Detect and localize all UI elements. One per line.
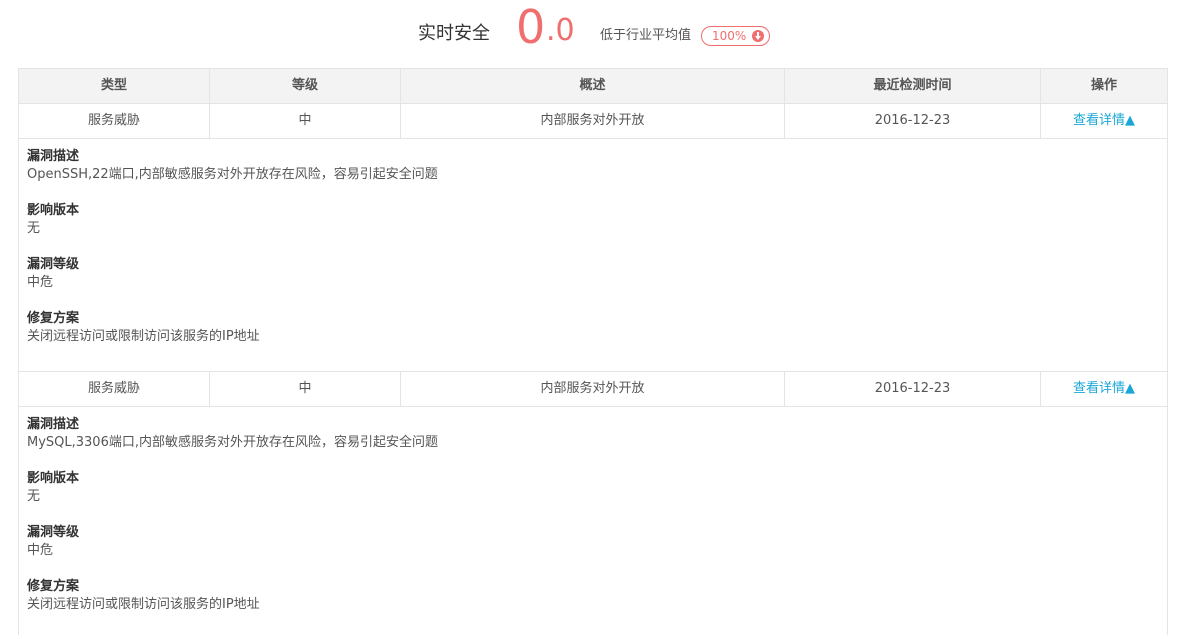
cell-level: 中 (210, 372, 401, 406)
header-type: 类型 (19, 69, 210, 103)
vulnerability-table: 类型 等级 概述 最近检测时间 操作 服务威胁 中 内部服务对外开放 2016-… (18, 68, 1168, 635)
detail-field-title: 影响版本 (27, 471, 80, 486)
detail-field-value: OpenSSH,22端口,内部敏感服务对外开放存在风险，容易引起安全问题 (27, 167, 438, 182)
detail-field: 修复方案 关闭远程访问或限制访问该服务的IP地址 (27, 578, 1167, 614)
detail-field-value: 关闭远程访问或限制访问该服务的IP地址 (27, 597, 260, 612)
detail-field-value: MySQL,3306端口,内部敏感服务对外开放存在风险，容易引起安全问题 (27, 435, 438, 450)
cell-type: 服务威胁 (19, 372, 210, 406)
view-details-link[interactable]: 查看详情▲ (1073, 381, 1135, 396)
detail-field-title: 漏洞描述 (27, 417, 80, 432)
header-level: 等级 (210, 69, 401, 103)
header-action: 操作 (1090, 78, 1117, 93)
compare-badge: 100% (701, 26, 770, 46)
cell-level: 中 (210, 104, 401, 138)
detail-field-title: 漏洞等级 (27, 525, 80, 540)
detail-field: 漏洞等级 中危 (27, 256, 1167, 292)
row-detail-panel: 漏洞描述 MySQL,3306端口,内部敏感服务对外开放存在风险，容易引起安全问… (19, 406, 1167, 639)
cell-action: 查看详情▲ (1041, 104, 1167, 138)
table-row: 服务威胁 中 内部服务对外开放 2016-12-23 查看详情▲ (19, 103, 1167, 138)
score-label: 实时安全 (418, 23, 490, 44)
cell-type: 服务威胁 (19, 104, 210, 138)
cell-action: 查看详情▲ (1041, 372, 1167, 406)
detail-field: 漏洞描述 OpenSSH,22端口,内部敏感服务对外开放存在风险，容易引起安全问… (27, 148, 1167, 184)
table-row: 服务威胁 中 内部服务对外开放 2016-12-23 查看详情▲ (19, 371, 1167, 406)
detail-field: 影响版本 无 (27, 470, 1167, 506)
compare-badge-percent: 100% (712, 29, 747, 43)
arrow-down-circle-icon (752, 30, 764, 42)
score-value-integer: 0 (516, 0, 546, 54)
cell-summary: 内部服务对外开放 (401, 104, 785, 138)
detail-field: 修复方案 关闭远程访问或限制访问该服务的IP地址 (27, 310, 1167, 346)
cell-summary: 内部服务对外开放 (401, 372, 785, 406)
detail-field: 影响版本 无 (27, 202, 1167, 238)
header-summary: 概述 (401, 69, 785, 103)
detail-field-title: 漏洞等级 (27, 257, 80, 272)
cell-time: 2016-12-23 (785, 372, 1041, 406)
detail-field-value: 中危 (27, 543, 54, 558)
row-detail-panel: 漏洞描述 OpenSSH,22端口,内部敏感服务对外开放存在风险，容易引起安全问… (19, 138, 1167, 371)
detail-field: 漏洞描述 MySQL,3306端口,内部敏感服务对外开放存在风险，容易引起安全问… (27, 416, 1167, 452)
score-value-decimal: .0 (546, 13, 575, 48)
cell-time: 2016-12-23 (785, 104, 1041, 138)
view-details-link[interactable]: 查看详情▲ (1073, 113, 1135, 128)
header-last-check-time: 最近检测时间 (785, 69, 1041, 103)
industry-compare-text: 低于行业平均值 (600, 28, 692, 43)
security-score-bar: 实时安全 0 .0 低于行业平均值 100% (0, 0, 1186, 68)
detail-field-title: 漏洞描述 (27, 149, 80, 164)
detail-field-title: 修复方案 (27, 311, 80, 326)
detail-field-value: 关闭远程访问或限制访问该服务的IP地址 (27, 329, 260, 344)
table-header: 类型 等级 概述 最近检测时间 操作 (19, 68, 1167, 103)
detail-field-title: 修复方案 (27, 579, 80, 594)
detail-field-value: 中危 (27, 275, 54, 290)
detail-field: 漏洞等级 中危 (27, 524, 1167, 560)
detail-field-value: 无 (27, 489, 41, 504)
detail-field-value: 无 (27, 221, 41, 236)
detail-field-title: 影响版本 (27, 203, 80, 218)
